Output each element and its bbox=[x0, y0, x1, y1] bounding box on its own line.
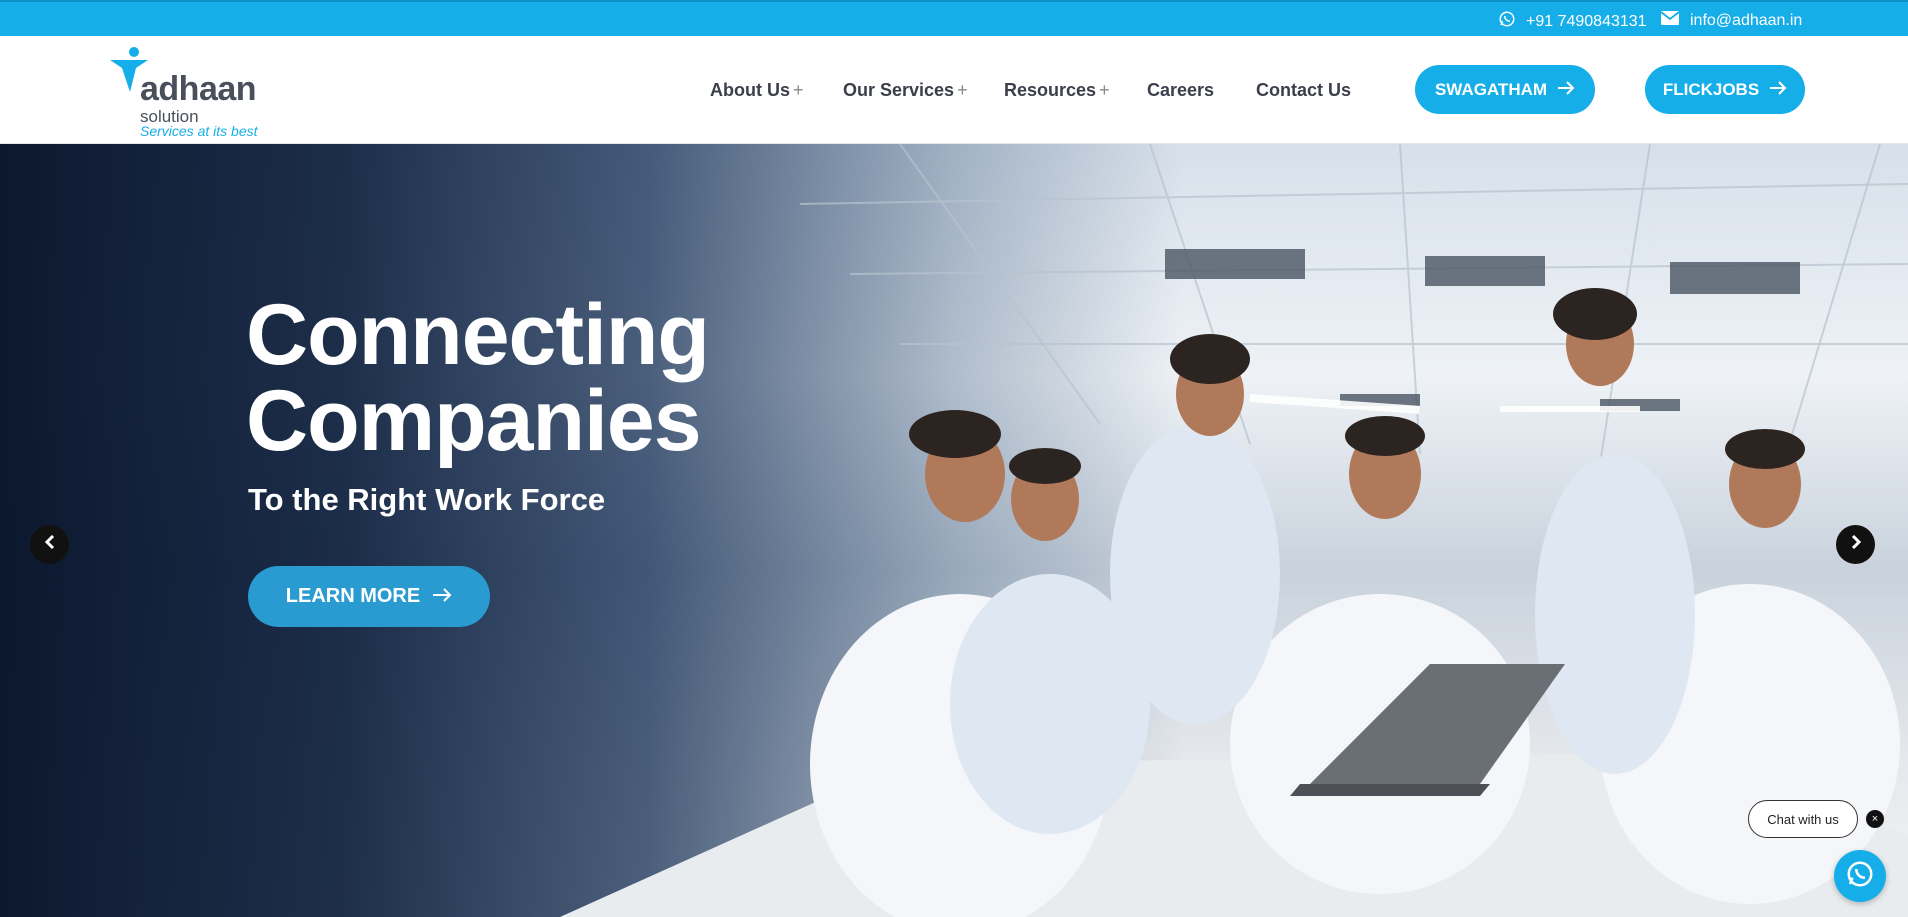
hero-subheadline: To the Right Work Force bbox=[248, 482, 606, 517]
nav-item-resources[interactable]: Resources + bbox=[1004, 36, 1110, 144]
hero-headline: Connecting Companies bbox=[246, 287, 710, 469]
chevron-right-icon bbox=[1850, 534, 1862, 554]
swagatham-button[interactable]: SWAGATHAM bbox=[1415, 65, 1595, 114]
phone-contact[interactable]: +91 7490843131 bbox=[1498, 10, 1647, 33]
whatsapp-chat-button[interactable] bbox=[1834, 850, 1886, 902]
site-logo[interactable]: adhaan solution Services at its best bbox=[108, 46, 268, 139]
slider-prev-button[interactable] bbox=[30, 525, 69, 564]
flickjobs-button[interactable]: FLICKJOBS bbox=[1645, 65, 1805, 114]
headline-line-1: Connecting bbox=[246, 287, 710, 383]
headline-line-2: Companies bbox=[246, 373, 702, 469]
logo-wordmark: adhaan bbox=[140, 70, 257, 108]
close-icon: × bbox=[1871, 813, 1879, 825]
whatsapp-icon bbox=[1845, 859, 1875, 894]
slider-next-button[interactable] bbox=[1836, 525, 1875, 564]
phone-number: +91 7490843131 bbox=[1526, 12, 1647, 30]
chat-prompt-bubble[interactable]: Chat with us bbox=[1748, 800, 1858, 838]
nav-item-contact-us[interactable]: Contact Us bbox=[1256, 36, 1351, 144]
swagatham-label: SWAGATHAM bbox=[1434, 79, 1548, 99]
arrow-right-icon bbox=[1557, 80, 1575, 100]
nav-item-about-us[interactable]: About Us + bbox=[710, 36, 804, 144]
nav-item-careers[interactable]: Careers bbox=[1147, 36, 1214, 144]
hero-office-team-image bbox=[560, 144, 1908, 917]
main-navbar: adhaan solution Services at its best Abo… bbox=[0, 36, 1908, 144]
submenu-plus-icon: + bbox=[793, 79, 804, 100]
email-contact[interactable]: info@adhaan.in bbox=[1660, 10, 1802, 31]
nav-label: Resources bbox=[1004, 79, 1097, 100]
email-address: info@adhaan.in bbox=[1690, 11, 1803, 29]
mail-icon bbox=[1660, 10, 1680, 31]
nav-item-our-services[interactable]: Our Services + bbox=[843, 36, 968, 144]
hero-slider: Connecting Companies To the Right Work F… bbox=[0, 144, 1908, 917]
submenu-plus-icon: + bbox=[957, 79, 968, 100]
nav-label: Contact Us bbox=[1256, 79, 1352, 100]
learn-more-label: LEARN MORE bbox=[285, 585, 421, 607]
top-contact-bar: +91 7490843131 info@adhaan.in bbox=[0, 0, 1908, 36]
chevron-left-icon bbox=[44, 534, 56, 554]
chat-prompt-label: Chat with us bbox=[1767, 811, 1839, 827]
nav-label: About Us bbox=[710, 79, 790, 100]
chat-close-button[interactable]: × bbox=[1866, 810, 1884, 828]
logo-tagline: Services at its best bbox=[140, 123, 258, 139]
submenu-plus-icon: + bbox=[1099, 79, 1110, 100]
arrow-right-icon bbox=[1769, 80, 1787, 100]
nav-label: Our Services bbox=[843, 79, 955, 100]
nav-label: Careers bbox=[1147, 79, 1215, 100]
arrow-right-icon bbox=[432, 585, 452, 608]
flickjobs-label: FLICKJOBS bbox=[1662, 79, 1760, 99]
learn-more-button[interactable]: LEARN MORE bbox=[248, 566, 490, 627]
whatsapp-icon bbox=[1498, 10, 1516, 33]
